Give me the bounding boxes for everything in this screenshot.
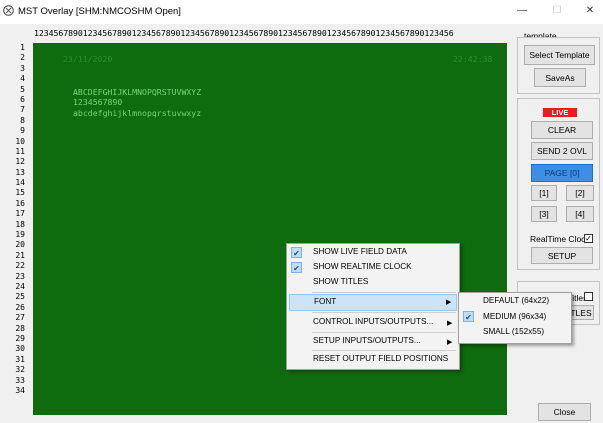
menu-separator: [312, 332, 456, 333]
row-number: 14: [15, 178, 25, 188]
menu-item-show-live-field-data[interactable]: SHOW LIVE FIELD DATA: [313, 245, 407, 259]
menu-item-show-titles[interactable]: SHOW TITLES: [313, 275, 368, 289]
submenu-arrow-icon: ▶: [447, 339, 453, 346]
row-number: 18: [15, 219, 25, 229]
row-number: 31: [15, 354, 25, 364]
font-option-small[interactable]: SMALL (152x55): [483, 325, 544, 339]
menu-separator: [312, 292, 456, 293]
app-icon: [3, 5, 14, 16]
font-option-default[interactable]: DEFAULT (64x22): [483, 294, 549, 308]
clear-button[interactable]: CLEAR: [531, 121, 593, 139]
menu-item-show-realtime-clock[interactable]: SHOW REALTIME CLOCK: [313, 260, 412, 274]
maximize-icon[interactable]: ☐: [548, 4, 566, 18]
page-4-button[interactable]: [4]: [566, 206, 594, 222]
row-number: 10: [15, 136, 25, 146]
send-to-overlay-button[interactable]: SEND 2 OVL: [531, 142, 593, 160]
text-line-uppercase: ABCDEFGHIJKLMNOPQRSTUVWXYZ: [73, 87, 202, 97]
menu-item-font-label: FONT: [314, 297, 337, 306]
menu-item-reset-positions[interactable]: RESET OUTPUT FIELD POSITIONS: [313, 352, 448, 366]
row-number: 6: [20, 94, 25, 104]
title-bar: MST Overlay [SHM:NMCOSHM Open] — ☐ ✕: [0, 0, 603, 24]
submenu-arrow-icon: ▶: [446, 299, 452, 306]
row-number: 9: [20, 126, 25, 136]
row-number: 1: [20, 43, 25, 52]
close-button[interactable]: Close: [538, 403, 591, 421]
minimize-icon[interactable]: —: [513, 4, 531, 18]
time-field[interactable]: 22:42:38: [453, 54, 492, 64]
row-number: 2: [20, 53, 25, 63]
row-number: 12: [15, 157, 25, 167]
page-1-button[interactable]: [1]: [531, 185, 557, 201]
row-number: 27: [15, 313, 25, 323]
row-number: 32: [15, 365, 25, 375]
row-number: 5: [20, 84, 25, 94]
font-option-medium[interactable]: MEDIUM (96x34): [483, 310, 546, 324]
realtime-clock-checkbox[interactable]: ✓: [584, 234, 593, 243]
setup-button[interactable]: SETUP: [531, 247, 593, 264]
row-number: 34: [15, 385, 25, 395]
text-line-digits: 1234567890: [73, 97, 123, 107]
row-number: 30: [15, 344, 25, 354]
row-number: 3: [20, 63, 25, 73]
page-2-button[interactable]: [2]: [566, 185, 594, 201]
column-ruler: 1234567890123456789012345678901234567890…: [34, 28, 454, 38]
select-template-button[interactable]: Select Template: [524, 45, 595, 65]
check-icon: ✔: [291, 262, 302, 273]
realtime-clock-label: RealTime Clock: [530, 234, 590, 244]
row-number: 7: [20, 105, 25, 115]
live-badge: LIVE: [543, 108, 577, 117]
row-number: 16: [15, 198, 25, 208]
row-number: 15: [15, 188, 25, 198]
row-number: 29: [15, 333, 25, 343]
show-titles-checkbox[interactable]: [584, 292, 593, 301]
row-number: 22: [15, 261, 25, 271]
row-ruler: 1 2 3 4 5 6 7 8 9 10 11 12 13 14 15 16 17 18 19 20 21 22 23 24 2…: [6, 43, 28, 396]
context-menu: ✔ SHOW LIVE FIELD DATA ✔ SHOW REALTIME C…: [286, 243, 460, 370]
row-number: 4: [20, 74, 25, 84]
menu-item-font[interactable]: FONT ▶: [289, 294, 457, 311]
submenu-arrow-icon: ▶: [447, 320, 453, 327]
menu-separator: [312, 350, 456, 351]
menu-item-setup-io[interactable]: SETUP INPUTS/OUTPUTS...: [313, 334, 421, 348]
row-number: 11: [15, 146, 25, 156]
row-number: 33: [15, 375, 25, 385]
close-icon[interactable]: ✕: [581, 4, 599, 18]
date-field[interactable]: 23/11/2020: [63, 54, 112, 64]
row-number: 21: [15, 250, 25, 260]
row-number: 26: [15, 302, 25, 312]
row-number: 20: [15, 240, 25, 250]
row-number: 24: [15, 281, 25, 291]
check-icon: ✔: [463, 311, 474, 322]
window-title: MST Overlay [SHM:NMCOSHM Open]: [18, 6, 181, 17]
row-number: 25: [15, 292, 25, 302]
font-submenu: DEFAULT (64x22) ✔ MEDIUM (96x34) SMALL (…: [458, 292, 572, 344]
menu-item-control-io[interactable]: CONTROL INPUTS/OUTPUTS...: [313, 315, 433, 329]
page-button[interactable]: PAGE [0]: [531, 164, 593, 182]
row-number: 19: [15, 230, 25, 240]
row-number: 23: [15, 271, 25, 281]
row-number: 17: [15, 209, 25, 219]
row-number: 13: [15, 167, 25, 177]
text-line-lowercase: abcdefghijklmnopqrstuvwxyz: [73, 108, 202, 118]
save-as-button[interactable]: SaveAs: [534, 68, 586, 87]
page-3-button[interactable]: [3]: [531, 206, 557, 222]
row-number: 8: [20, 115, 25, 125]
row-number: 28: [15, 323, 25, 333]
menu-separator: [312, 312, 456, 313]
check-icon: ✔: [291, 247, 302, 258]
